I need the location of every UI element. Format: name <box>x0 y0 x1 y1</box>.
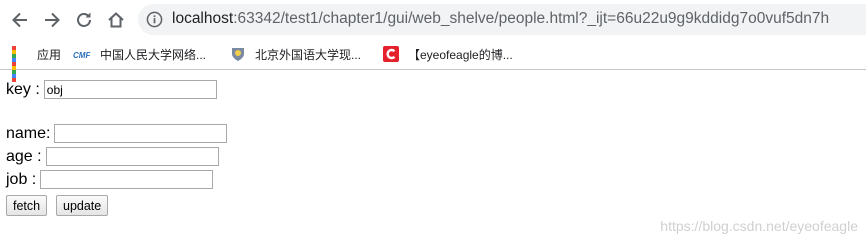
bookmark-label: 【eyeofeagle的博... <box>408 47 513 62</box>
watermark: https://blog.csdn.net/eyeofeagle <box>660 218 858 234</box>
url-host: localhost <box>172 10 234 27</box>
key-row: key : <box>6 80 217 99</box>
url-text[interactable]: localhost:63342/test1/chapter1/gui/web_s… <box>172 10 829 28</box>
age-row: age : <box>6 147 219 166</box>
browser-toolbar: localhost:63342/test1/chapter1/gui/web_s… <box>0 0 866 38</box>
bfsu-shield-icon <box>232 48 244 61</box>
reload-icon <box>77 12 91 27</box>
name-row: name: <box>6 124 228 143</box>
url-path: :63342/test1/chapter1/gui/web_shelve/peo… <box>233 10 830 27</box>
job-input[interactable] <box>40 170 214 189</box>
key-input[interactable] <box>43 80 217 99</box>
key-label: key : <box>6 80 40 98</box>
bookmark-label: 应用 <box>37 47 62 62</box>
forward-button[interactable] <box>39 7 65 33</box>
csdn-c-icon <box>383 46 399 62</box>
bookmark-label: 中国人民大学网络... <box>100 47 207 62</box>
bookmark-apps[interactable]: 应用 <box>12 44 62 82</box>
bookmark-bfsu[interactable]: 北京外国语大学现... <box>230 44 361 64</box>
apps-grid-icon <box>12 46 28 82</box>
fetch-button[interactable]: fetch <box>6 195 48 216</box>
update-button[interactable]: update <box>56 195 109 216</box>
bookmarks-bar: 应用 CMF 中国人民大学网络... 北京外国语大学现... 【eyeofeag… <box>0 38 866 82</box>
age-label: age : <box>6 147 42 165</box>
bookmark-csdn[interactable]: 【eyeofeagle的博... <box>383 44 513 64</box>
age-input[interactable] <box>45 147 219 166</box>
address-bar[interactable]: localhost:63342/test1/chapter1/gui/web_s… <box>138 4 866 35</box>
job-row: job : <box>6 170 214 189</box>
bookmark-label: 北京外国语大学现... <box>255 47 362 62</box>
name-input[interactable] <box>54 124 228 143</box>
home-button[interactable] <box>103 7 129 33</box>
page-content: key : name: age : job : fetch update <box>0 70 866 242</box>
home-icon <box>108 12 124 28</box>
svg-text:CMF: CMF <box>73 51 91 60</box>
job-label: job : <box>6 170 37 188</box>
bookmark-ruc[interactable]: CMF 中国人民大学网络... <box>73 44 206 64</box>
info-icon[interactable] <box>146 11 163 28</box>
forward-arrow-icon <box>45 12 60 28</box>
name-label: name: <box>6 124 51 142</box>
reload-button[interactable] <box>71 7 97 33</box>
back-button[interactable] <box>7 7 33 33</box>
back-arrow-icon <box>12 12 27 28</box>
ruc-logo-icon: CMF <box>73 51 91 60</box>
